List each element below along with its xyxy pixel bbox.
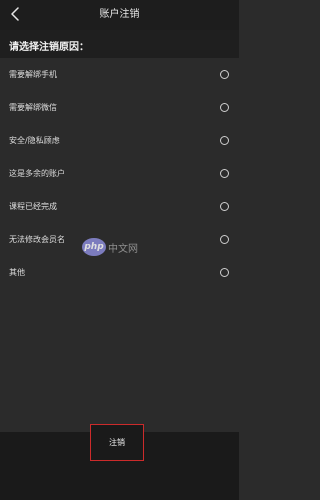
prompt-area: 请选择注销原因： [0,30,239,58]
reason-option-privacy[interactable]: 安全/隐私顾虑 [0,124,239,157]
page-title: 账户注销 [99,9,140,20]
deactivate-button[interactable]: 注销 [90,424,144,461]
option-label: 这是多余的账户 [9,169,65,178]
option-label: 需要解绑手机 [9,70,57,79]
radio-button[interactable] [220,103,229,112]
watermark-text: 中文网 [108,244,138,255]
reason-option-unbind-wechat[interactable]: 需要解绑微信 [0,91,239,124]
radio-button[interactable] [220,136,229,145]
radio-button[interactable] [220,70,229,79]
reason-option-extra-account[interactable]: 这是多余的账户 [0,157,239,190]
reason-option-unbind-phone[interactable]: 需要解绑手机 [0,58,239,91]
reason-option-other[interactable]: 其他 [0,256,239,289]
watermark-logo: php 中文网 [82,238,144,256]
radio-button[interactable] [220,202,229,211]
option-label: 需要解绑微信 [9,103,57,112]
option-label: 无法修改会员名 [9,235,65,244]
php-logo: php [82,238,106,256]
option-label: 安全/隐私顾虑 [9,136,60,145]
option-label: 其他 [9,268,25,277]
option-label: 课程已经完成 [9,202,57,211]
reason-option-course-complete[interactable]: 课程已经完成 [0,190,239,223]
radio-button[interactable] [220,169,229,178]
prompt-label: 请选择注销原因： [9,42,89,53]
radio-button[interactable] [220,235,229,244]
top-bar: 账户注销 [0,0,239,30]
radio-button[interactable] [220,268,229,277]
